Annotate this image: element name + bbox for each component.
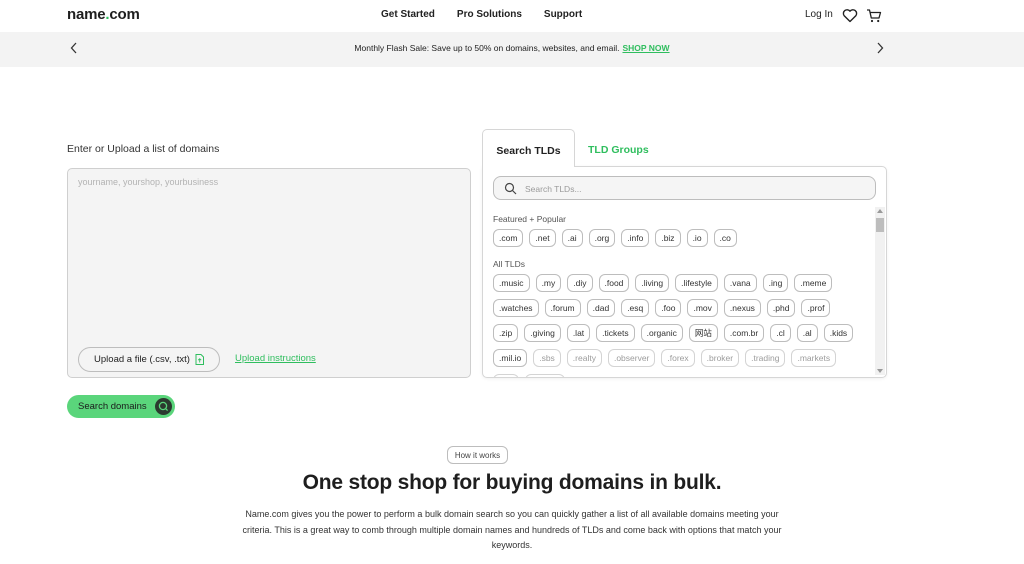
upload-file-label: Upload a file (.csv, .txt) <box>94 354 190 365</box>
banner-message: Monthly Flash Sale: Save up to 50% on do… <box>0 43 1024 53</box>
scroll-down-arrow[interactable] <box>877 369 883 373</box>
tld-chip[interactable]: .esq <box>621 299 650 317</box>
tld-chip[interactable]: .food <box>598 274 630 292</box>
featured-label: Featured + Popular <box>493 214 567 224</box>
scroll-up-arrow[interactable] <box>877 209 883 213</box>
tld-chip[interactable]: .living <box>635 274 670 292</box>
heart-icon[interactable] <box>842 8 858 23</box>
tld-chip[interactable]: .ai <box>561 229 583 247</box>
chevron-right-icon[interactable] <box>875 41 885 55</box>
tld-chip[interactable]: .nexus <box>723 299 761 317</box>
tld-chip[interactable]: .net <box>529 229 556 247</box>
file-upload-icon <box>195 354 204 365</box>
tld-chip[interactable]: .io <box>686 229 708 247</box>
tld-chip[interactable]: .kids <box>823 324 854 342</box>
tld-chip[interactable]: .lat <box>566 324 591 342</box>
tld-scrollbar[interactable] <box>875 207 885 375</box>
main-nav: Get Started Pro Solutions Support <box>381 9 604 20</box>
nav-support[interactable]: Support <box>544 9 582 20</box>
tld-chip[interactable]: .org <box>588 229 616 247</box>
all-tlds-label: All TLDs <box>493 259 525 269</box>
upload-instructions-link[interactable]: Upload instructions <box>235 353 316 364</box>
featured-tld-list: .com .net .ai .org .info .biz .io .co <box>493 229 863 254</box>
search-domains-button[interactable]: Search domains <box>67 395 175 418</box>
tld-search-input[interactable] <box>525 181 865 196</box>
upload-file-button[interactable]: Upload a file (.csv, .txt) <box>78 347 220 372</box>
site-header: name.com Get Started Pro Solutions Suppo… <box>0 0 1024 32</box>
tld-chip[interactable]: .broker <box>700 349 740 367</box>
search-domains-label: Search domains <box>78 401 147 412</box>
tld-chip[interactable]: .cfd <box>493 374 519 377</box>
all-tld-list: .music .my .diy .food .living .lifestyle .vana… <box>493 274 863 377</box>
tld-chip[interactable]: .sbs <box>533 349 561 367</box>
tld-chip[interactable]: .watches <box>493 299 539 317</box>
tld-chip[interactable]: 网站 <box>688 324 718 342</box>
tld-chip[interactable]: .vana <box>723 274 757 292</box>
logo-name: name <box>67 6 106 23</box>
search-button-circle <box>155 398 172 415</box>
tld-chip[interactable]: .beauty <box>524 374 565 377</box>
tld-chip[interactable]: .lifestyle <box>675 274 718 292</box>
scroll-thumb[interactable] <box>876 218 884 232</box>
search-icon <box>158 401 169 412</box>
tld-chip[interactable]: .info <box>621 229 650 247</box>
logo[interactable]: name.com <box>67 6 140 23</box>
tld-chip[interactable]: .organic <box>640 324 683 342</box>
tld-chip[interactable]: .phd <box>766 299 796 317</box>
tld-chip[interactable]: .my <box>535 274 562 292</box>
tld-chip[interactable]: .diy <box>567 274 593 292</box>
domain-list-box: Upload a file (.csv, .txt) Upload instru… <box>67 168 471 378</box>
tld-chip[interactable]: .co <box>713 229 737 247</box>
tld-chip[interactable]: .foo <box>655 299 682 317</box>
tld-chip[interactable]: .realty <box>566 349 602 367</box>
tld-chip[interactable]: .dad <box>586 299 616 317</box>
login-link[interactable]: Log In <box>805 9 833 20</box>
tld-chip[interactable]: .biz <box>655 229 681 247</box>
tld-chip[interactable]: .giving <box>524 324 561 342</box>
tld-chip[interactable]: .trading <box>745 349 786 367</box>
tld-chip[interactable]: .com.br <box>723 324 765 342</box>
domain-list-label: Enter or Upload a list of domains <box>67 143 220 155</box>
tld-chip[interactable]: .forum <box>544 299 581 317</box>
tld-search-box <box>493 176 876 200</box>
tld-chip[interactable]: .zip <box>493 324 519 342</box>
tab-search-tlds[interactable]: Search TLDs <box>482 129 575 167</box>
tld-chip[interactable]: .observer <box>607 349 656 367</box>
cart-icon[interactable] <box>866 8 882 23</box>
banner-text: Monthly Flash Sale: Save up to 50% on do… <box>354 43 620 53</box>
tld-chip[interactable]: .cl <box>770 324 791 342</box>
tld-chip[interactable]: .markets <box>791 349 837 367</box>
tab-tld-groups[interactable]: TLD Groups <box>588 144 649 156</box>
section-description: Name.com gives you the power to perform … <box>242 509 782 550</box>
search-icon <box>504 182 517 195</box>
tld-chip[interactable]: .mov <box>687 299 718 317</box>
how-it-works-badge: How it works <box>447 446 508 464</box>
tld-chip[interactable]: .ing <box>762 274 789 292</box>
nav-pro-solutions[interactable]: Pro Solutions <box>457 9 522 20</box>
section-headline: One stop shop for buying domains in bulk… <box>302 471 722 494</box>
tld-chip[interactable]: .al <box>796 324 818 342</box>
domain-list-input[interactable] <box>78 177 458 337</box>
tld-chip[interactable]: .music <box>493 274 530 292</box>
tld-chip[interactable]: .tickets <box>596 324 635 342</box>
tld-chip[interactable]: .prof <box>801 299 831 317</box>
tld-chip[interactable]: .forex <box>661 349 695 367</box>
logo-tld: com <box>109 6 140 23</box>
promo-banner: Monthly Flash Sale: Save up to 50% on do… <box>0 32 1024 67</box>
tld-chip[interactable]: .mil.io <box>493 349 528 367</box>
shop-now-link[interactable]: SHOP NOW <box>622 43 669 53</box>
tld-panel: Featured + Popular .com .net .ai .org .info.… <box>482 166 887 378</box>
tld-chip[interactable]: .com <box>493 229 524 247</box>
tld-chip[interactable]: .meme <box>794 274 833 292</box>
nav-get-started[interactable]: Get Started <box>381 9 435 20</box>
